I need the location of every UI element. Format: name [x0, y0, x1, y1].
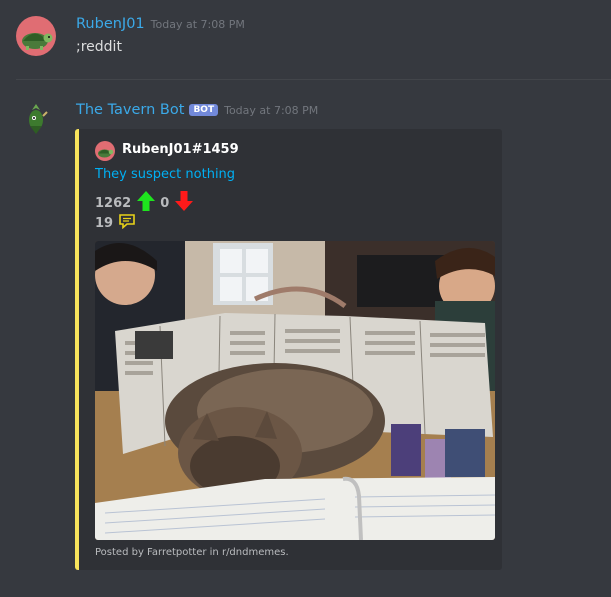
- downvote-arrow-icon: [174, 190, 194, 216]
- upvote-arrow-icon: [136, 190, 156, 216]
- message-text: ;reddit: [76, 39, 122, 55]
- message-header: RubenJ01 Today at 7:08 PM: [76, 16, 245, 32]
- embed-author-name[interactable]: RubenJ01#1459: [122, 142, 239, 157]
- embed-title-link[interactable]: They suspect nothing: [95, 167, 235, 182]
- reddit-embed: RubenJ01#1459 They suspect nothing 1262 …: [75, 129, 502, 570]
- embed-footer: Posted by Farretpotter in r/dndmemes.: [95, 547, 289, 558]
- post-image[interactable]: [95, 241, 495, 540]
- username-rubenj01[interactable]: RubenJ01: [76, 16, 145, 32]
- turtle-avatar-icon[interactable]: [16, 16, 56, 56]
- timestamp: Today at 7:08 PM: [224, 104, 319, 117]
- comment-count: 19: [95, 215, 114, 231]
- comment-icon: [118, 213, 136, 233]
- tavern-bot-avatar-icon[interactable]: [16, 98, 56, 138]
- timestamp: Today at 7:08 PM: [150, 18, 245, 31]
- author-avatar-icon: [95, 141, 115, 161]
- downvote-count: 0: [160, 195, 170, 211]
- message-divider: [16, 79, 611, 80]
- username-tavern-bot[interactable]: The Tavern Bot: [76, 102, 184, 118]
- comment-stats: 19: [95, 213, 136, 233]
- bot-tag-badge: BOT: [189, 104, 219, 116]
- message-header: The Tavern Bot BOT Today at 7:08 PM: [76, 102, 318, 118]
- upvote-count: 1262: [95, 195, 132, 211]
